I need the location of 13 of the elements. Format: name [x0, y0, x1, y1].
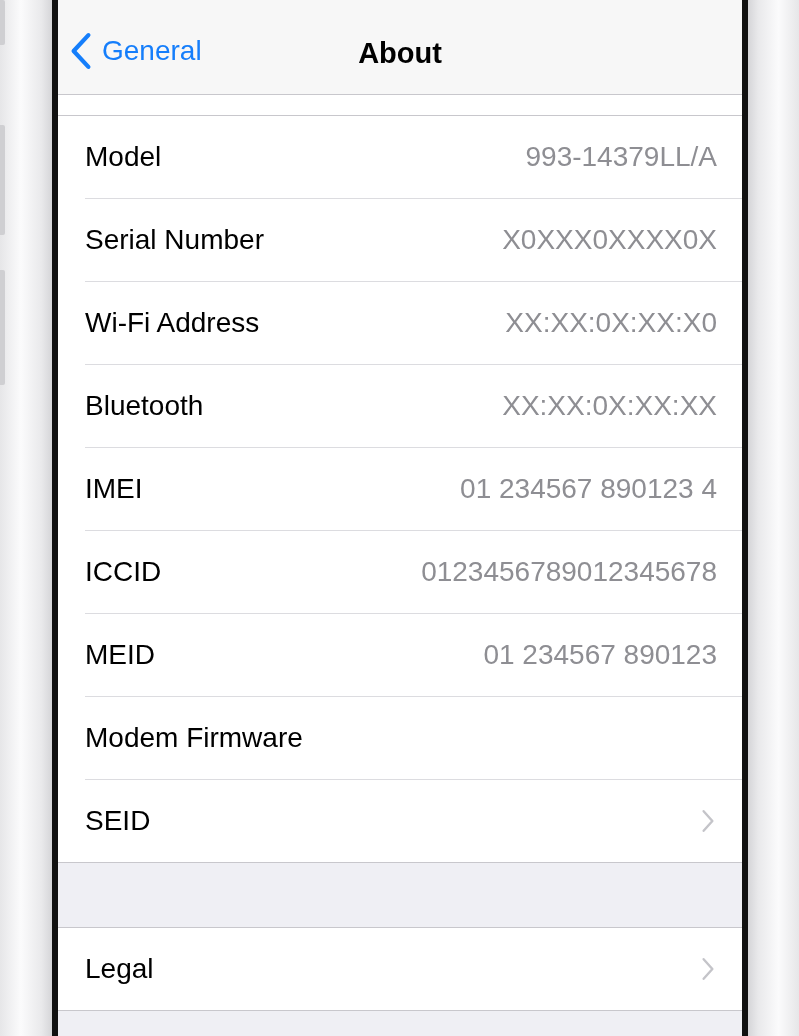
row-value: XX:XX:0X:XX:XX	[502, 390, 717, 422]
row-value: X0XXX0XXXX0X	[502, 224, 717, 256]
row-value: 0123456789012345678	[421, 556, 717, 588]
settings-list-item[interactable]: Legal	[58, 927, 742, 1010]
row-value: XX:XX:0X:XX:X0	[505, 307, 717, 339]
row-value: 993-14379LL/A	[525, 141, 717, 173]
chevron-right-icon	[701, 809, 715, 833]
row-value: 01 234567 890123	[483, 639, 717, 671]
back-chevron-icon	[70, 32, 92, 70]
row-value: 01 234567 890123 4	[460, 473, 717, 505]
screen-title: About	[358, 36, 442, 70]
chevron-right-icon	[701, 957, 715, 981]
back-button[interactable]: General	[70, 32, 202, 70]
